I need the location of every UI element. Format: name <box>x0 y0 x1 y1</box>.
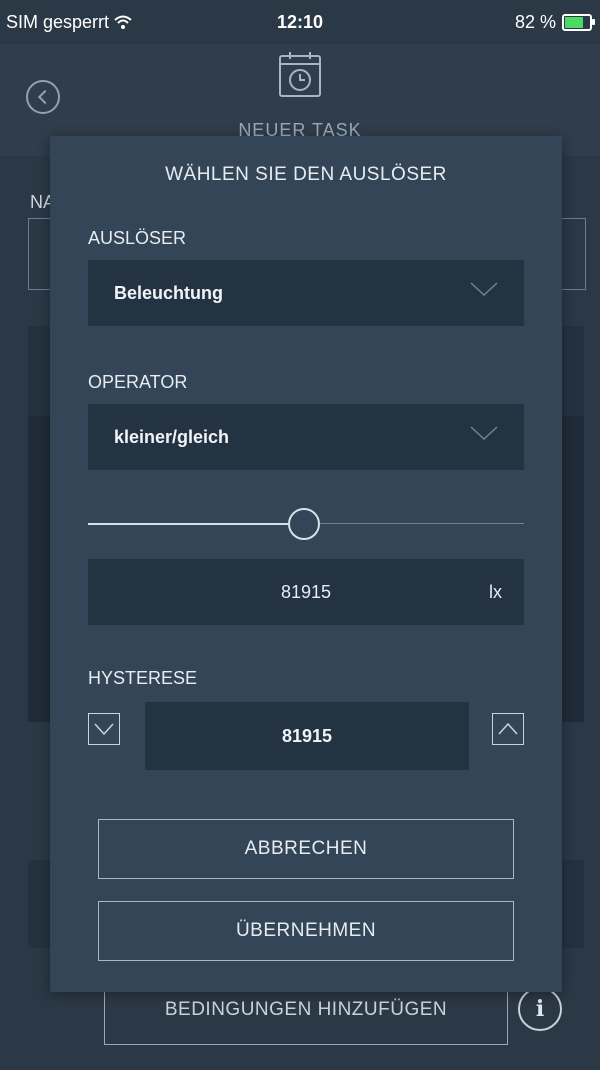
calendar-clock-icon <box>279 52 321 97</box>
value-slider[interactable] <box>88 506 524 542</box>
info-icon[interactable]: i <box>518 987 562 1031</box>
operator-value: kleiner/gleich <box>114 427 230 447</box>
trigger-dialog: WÄHLEN SIE DEN AUSLÖSER AUSLÖSER Beleuch… <box>50 136 562 992</box>
trigger-label: AUSLÖSER <box>88 228 187 248</box>
chevron-down-icon <box>94 723 114 736</box>
operator-select[interactable]: kleiner/gleich <box>88 404 524 470</box>
hysteresis-value: 81915 <box>281 726 333 746</box>
chevron-down-icon <box>470 426 498 441</box>
dialog-title: WÄHLEN SIE DEN AUSLÖSER <box>165 164 447 185</box>
slider-track-filled <box>88 523 302 525</box>
unit-label: lx <box>489 582 502 602</box>
cancel-button[interactable]: ABBRECHEN <box>98 819 514 879</box>
value-text: 81915 <box>280 582 332 602</box>
battery-status: 82 % <box>514 12 595 33</box>
hysteresis-increment-button[interactable] <box>492 713 524 745</box>
chevron-up-icon <box>498 722 518 735</box>
apply-button[interactable]: ÜBERNEHMEN <box>98 901 514 961</box>
battery-percent: 82 % <box>514 12 556 32</box>
hysteresis-label: HYSTERESE <box>88 668 198 688</box>
value-field[interactable]: 81915 lx <box>88 559 524 625</box>
status-bar: SIM gesperrt 12:10 82 % <box>0 0 600 44</box>
hysteresis-decrement-button[interactable] <box>88 713 120 745</box>
clock: 12:10 <box>276 12 324 32</box>
slider-thumb[interactable] <box>288 508 320 540</box>
operator-label: OPERATOR <box>88 372 188 392</box>
hysteresis-field[interactable]: 81915 <box>145 702 469 770</box>
battery-icon <box>562 14 595 31</box>
trigger-value: Beleuchtung <box>114 283 224 303</box>
trigger-select[interactable]: Beleuchtung <box>88 260 524 326</box>
slider-track <box>302 523 524 524</box>
chevron-down-icon <box>470 282 498 297</box>
back-button[interactable] <box>26 80 60 114</box>
